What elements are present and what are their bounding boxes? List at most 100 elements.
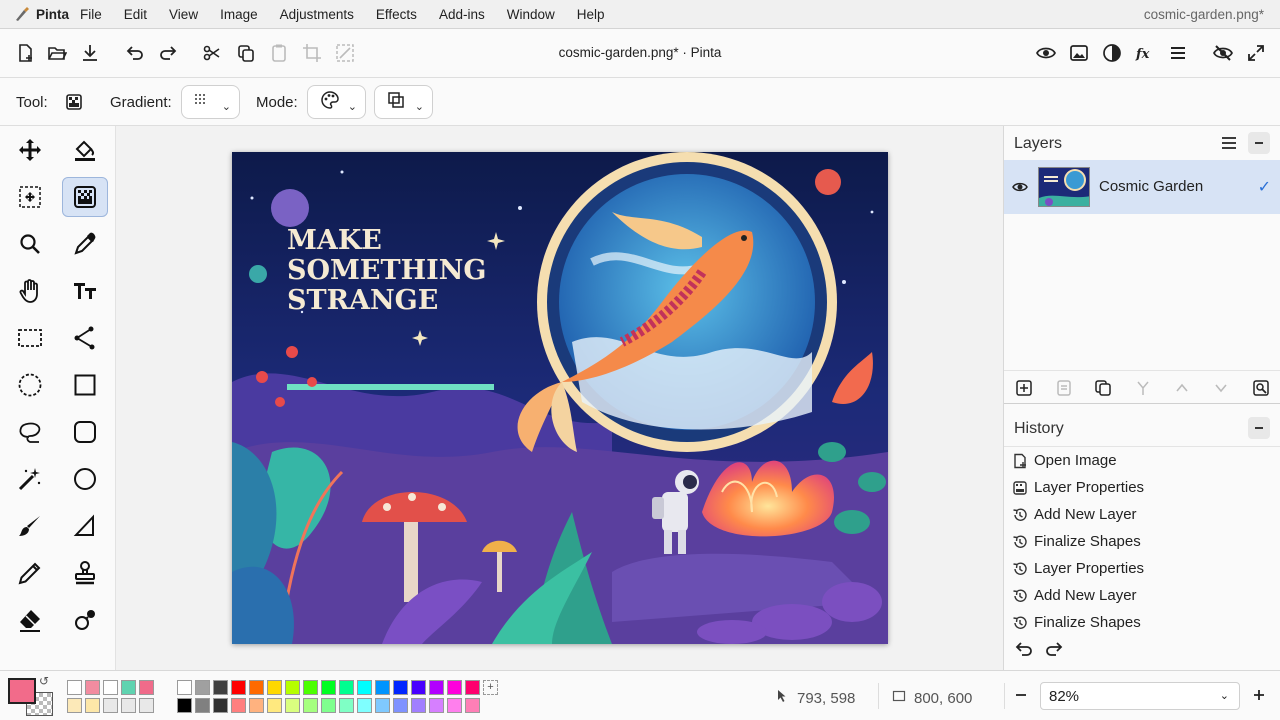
move-selection-icon[interactable]	[7, 177, 53, 217]
palette-color-swatch[interactable]	[339, 680, 354, 695]
add-layer-icon[interactable]	[1015, 379, 1033, 397]
duplicate-layer-icon[interactable]	[1094, 379, 1112, 397]
history-item[interactable]: Open Image	[1004, 447, 1280, 474]
ellipse-select-icon[interactable]	[7, 365, 53, 405]
history-item[interactable]: Layer Properties	[1004, 555, 1280, 582]
rectangle-select-icon[interactable]	[7, 318, 53, 358]
palette-color-swatch[interactable]	[195, 698, 210, 713]
menu-image[interactable]: Image	[209, 7, 269, 22]
palette-color-swatch[interactable]	[213, 698, 228, 713]
palette-color-swatch[interactable]	[267, 680, 282, 695]
palette-color-swatch[interactable]	[357, 698, 372, 713]
palette-color-swatch[interactable]	[393, 698, 408, 713]
rectangle-icon[interactable]	[62, 365, 108, 405]
freeform-shape-icon[interactable]	[62, 506, 108, 546]
effects-icon[interactable]: fx	[1134, 42, 1156, 64]
gradient-type-dropdown[interactable]: ⌄	[181, 85, 240, 119]
palette-color-swatch[interactable]	[285, 680, 300, 695]
palette-color-swatch[interactable]	[249, 698, 264, 713]
palette-color-swatch[interactable]	[339, 698, 354, 713]
line-curve-icon[interactable]	[62, 318, 108, 358]
palette-color-swatch[interactable]	[231, 680, 246, 695]
palette-color-swatch[interactable]	[411, 680, 426, 695]
move-layer-up-icon[interactable]	[1173, 379, 1191, 397]
text-icon[interactable]	[62, 271, 108, 311]
history-redo-icon[interactable]	[1044, 639, 1064, 664]
menu-help[interactable]: Help	[566, 7, 616, 22]
hide-icon[interactable]	[1212, 42, 1234, 64]
zoom-out-icon[interactable]	[1013, 687, 1029, 707]
menu-effects[interactable]: Effects	[365, 7, 428, 22]
recent-color-swatch[interactable]	[121, 698, 136, 713]
add-palette-color-icon[interactable]: +	[483, 680, 498, 695]
layer-visibility-eye-icon[interactable]	[1012, 179, 1028, 200]
palette-color-swatch[interactable]	[267, 698, 282, 713]
blend-mode-dropdown[interactable]: ⌄	[374, 85, 433, 119]
paint-bucket-icon[interactable]	[62, 130, 108, 170]
merge-layer-down-icon[interactable]	[1134, 379, 1152, 397]
history-item[interactable]: Add New Layer	[1004, 501, 1280, 528]
palette-color-swatch[interactable]	[375, 680, 390, 695]
recent-color-swatch[interactable]	[67, 680, 82, 695]
recent-color-swatch[interactable]	[103, 680, 118, 695]
recent-color-swatch[interactable]	[85, 680, 100, 695]
move-layer-down-icon[interactable]	[1212, 379, 1230, 397]
history-item[interactable]: Layer Properties	[1004, 474, 1280, 501]
palette-color-swatch[interactable]	[249, 680, 264, 695]
palette-color-swatch[interactable]	[411, 698, 426, 713]
recent-color-swatch[interactable]	[139, 698, 154, 713]
canvas-area[interactable]: MAKE SOMETHING STRANGE	[116, 126, 1003, 670]
palette-color-swatch[interactable]	[321, 698, 336, 713]
layer-item[interactable]: Cosmic Garden ✓	[1004, 160, 1280, 214]
menu-icon[interactable]	[1167, 42, 1189, 64]
palette-color-swatch[interactable]	[447, 680, 462, 695]
history-collapse-button[interactable]	[1248, 417, 1270, 439]
layers-collapse-button[interactable]	[1248, 132, 1270, 154]
delete-layer-icon[interactable]	[1055, 379, 1073, 397]
palette-color-swatch[interactable]	[231, 698, 246, 713]
zoom-icon[interactable]	[7, 224, 53, 264]
palette-color-swatch[interactable]	[447, 698, 462, 713]
palette-color-swatch[interactable]	[177, 698, 192, 713]
paintbrush-icon[interactable]	[7, 506, 53, 546]
palette-color-swatch[interactable]	[285, 698, 300, 713]
palette-color-swatch[interactable]	[465, 698, 480, 713]
palette-color-swatch[interactable]	[303, 680, 318, 695]
magic-wand-icon[interactable]	[7, 459, 53, 499]
eye-icon[interactable]	[1035, 42, 1057, 64]
recent-color-swatch[interactable]	[121, 680, 136, 695]
palette-color-swatch[interactable]	[357, 680, 372, 695]
primary-color-swatch[interactable]	[8, 678, 36, 704]
menu-adjustments[interactable]: Adjustments	[269, 7, 365, 22]
move-selected-icon[interactable]	[7, 130, 53, 170]
rounded-rectangle-icon[interactable]	[62, 412, 108, 452]
primary-secondary-colors[interactable]: ↺	[8, 674, 54, 716]
palette-color-swatch[interactable]	[429, 698, 444, 713]
menu-edit[interactable]: Edit	[113, 7, 158, 22]
pencil-icon[interactable]	[7, 553, 53, 593]
fullscreen-icon[interactable]	[1245, 42, 1267, 64]
palette-color-swatch[interactable]	[429, 680, 444, 695]
palette-color-swatch[interactable]	[303, 698, 318, 713]
recent-color-swatch[interactable]	[139, 680, 154, 695]
palette-color-swatch[interactable]	[321, 680, 336, 695]
menu-window[interactable]: Window	[496, 7, 566, 22]
palette-color-swatch[interactable]	[393, 680, 408, 695]
clone-stamp-icon[interactable]	[62, 553, 108, 593]
color-mode-dropdown[interactable]: ⌄	[307, 85, 366, 119]
palette-color-swatch[interactable]	[213, 680, 228, 695]
palette-color-swatch[interactable]	[177, 680, 192, 695]
history-item[interactable]: Add New Layer	[1004, 582, 1280, 609]
palette-color-swatch[interactable]	[465, 680, 480, 695]
palette-color-swatch[interactable]	[375, 698, 390, 713]
ellipse-icon[interactable]	[62, 459, 108, 499]
recolor-icon[interactable]	[62, 600, 108, 640]
gradient-icon[interactable]	[62, 177, 108, 217]
color-picker-icon[interactable]	[62, 224, 108, 264]
image-icon[interactable]	[1068, 42, 1090, 64]
lasso-select-icon[interactable]	[7, 412, 53, 452]
palette-color-swatch[interactable]	[195, 680, 210, 695]
recent-color-swatch[interactable]	[85, 698, 100, 713]
menu-add-ins[interactable]: Add-ins	[428, 7, 496, 22]
zoom-dropdown[interactable]: 82% ⌄	[1040, 682, 1240, 710]
